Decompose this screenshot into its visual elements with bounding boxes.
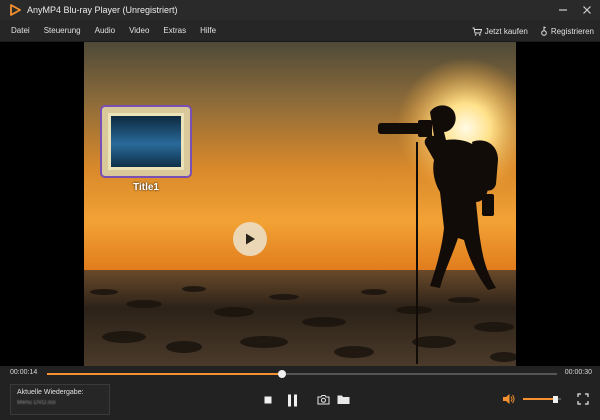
fullscreen-button[interactable] xyxy=(576,392,590,406)
snapshot-button[interactable] xyxy=(316,393,330,406)
fullscreen-icon xyxy=(577,393,589,405)
dvd-title-label[interactable]: Title1 xyxy=(100,182,192,193)
pause-icon xyxy=(287,394,297,406)
menu-steuerung[interactable]: Steuerung xyxy=(38,26,89,35)
video-scene-image xyxy=(84,42,516,366)
menu-bar: Datei Steuerung Audio Video Extras Hilfe… xyxy=(0,20,600,42)
menu-hilfe[interactable]: Hilfe xyxy=(194,26,224,35)
now-playing-label: Aktuelle Wiedergabe: xyxy=(17,389,84,396)
register-label: Registrieren xyxy=(550,26,594,36)
now-playing-panel: Aktuelle Wiedergabe: Menu DVD.iso xyxy=(10,384,110,415)
register-link[interactable]: Registrieren xyxy=(540,26,594,36)
camera-icon xyxy=(317,395,329,405)
close-icon xyxy=(583,6,591,14)
pause-button[interactable] xyxy=(285,392,299,408)
menu-video[interactable]: Video xyxy=(123,26,157,35)
video-frame: Title1 xyxy=(84,42,516,366)
buy-now-link[interactable]: Jetzt kaufen xyxy=(472,27,528,36)
minimize-icon xyxy=(559,9,567,11)
thumbnail-preview xyxy=(108,113,184,170)
total-time: 00:00:30 xyxy=(564,369,592,376)
speaker-icon xyxy=(502,394,514,404)
menu-audio[interactable]: Audio xyxy=(89,26,123,35)
window-title: AnyMP4 Blu-ray Player (Unregistriert) xyxy=(27,5,178,15)
dvd-title-thumbnail[interactable] xyxy=(100,105,192,178)
video-area[interactable]: Title1 xyxy=(0,42,600,366)
open-folder-button[interactable] xyxy=(336,393,350,406)
elapsed-time: 00:00:14 xyxy=(10,369,38,376)
seek-bar[interactable] xyxy=(47,370,557,378)
volume-slider[interactable] xyxy=(523,396,561,403)
volume-button[interactable] xyxy=(501,392,515,406)
playback-controls: 00:00:14 00:00:30 Aktuelle Wiedergabe: M… xyxy=(0,366,600,420)
minimize-button[interactable] xyxy=(556,3,570,17)
title-bar: AnyMP4 Blu-ray Player (Unregistriert) xyxy=(0,0,600,20)
window-controls xyxy=(556,0,594,20)
stop-button[interactable] xyxy=(262,394,274,406)
buy-now-label: Jetzt kaufen xyxy=(484,26,528,36)
seek-bar-fill xyxy=(47,373,282,375)
menu-extras[interactable]: Extras xyxy=(157,26,194,35)
cart-icon xyxy=(472,27,482,36)
stop-icon xyxy=(264,396,272,404)
folder-icon xyxy=(337,395,349,404)
app-logo-icon xyxy=(10,4,21,16)
volume-handle[interactable] xyxy=(553,396,559,403)
menu-datei[interactable]: Datei xyxy=(11,26,38,35)
seek-handle[interactable] xyxy=(277,370,286,378)
play-icon xyxy=(246,233,255,245)
key-icon xyxy=(541,26,547,36)
play-overlay-button[interactable] xyxy=(233,222,267,256)
now-playing-value: Menu DVD.iso xyxy=(17,400,56,406)
volume-slider-fill xyxy=(523,398,556,400)
menu-right-links: Jetzt kaufen Registrieren xyxy=(472,20,594,42)
close-button[interactable] xyxy=(580,3,594,17)
